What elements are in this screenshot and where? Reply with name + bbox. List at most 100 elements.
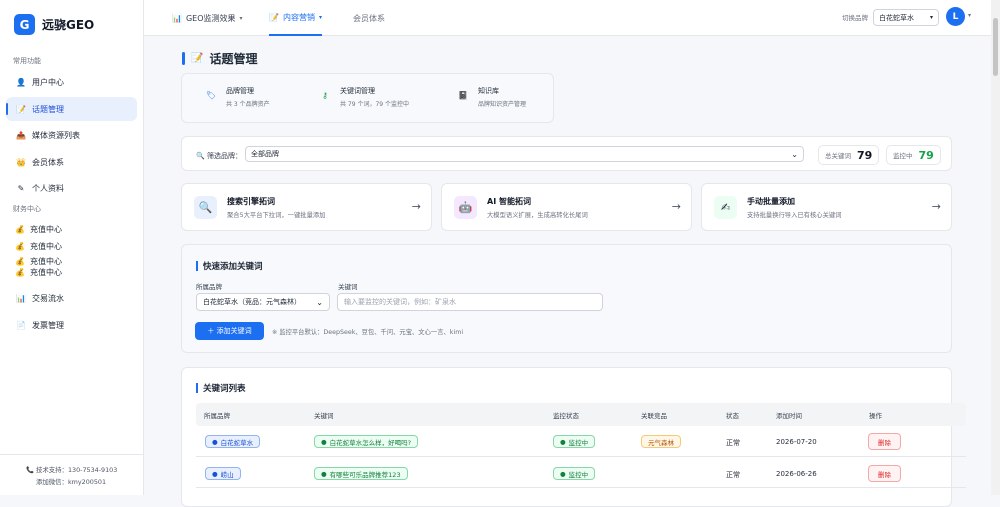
- feature-search-engine-expand[interactable]: 🔍 搜索引擎拓词 聚合5大平台下拉词，一键批量添加 →: [181, 183, 432, 231]
- column-header-actions: 操作: [869, 412, 882, 420]
- brand-switch-label: 切换品牌: [842, 14, 868, 22]
- delete-button[interactable]: 删除: [868, 433, 901, 450]
- competitor-tag: 元气森林: [641, 435, 681, 448]
- chevron-down-icon: ▾: [929, 14, 933, 21]
- brand-select[interactable]: 白花蛇草水 ▾: [873, 9, 939, 26]
- status-text: 正常: [726, 439, 740, 447]
- column-header-added-time: 添加时间: [776, 412, 802, 420]
- tab-geo-monitor[interactable]: 📊 GEO监测效果 ▾: [172, 0, 243, 36]
- brand-tag: ● 白花蛇草水: [205, 435, 261, 448]
- top-bar: 📊 GEO监测效果 ▾ 📝 内容营销 ▾ 会员体系 切换品牌 白花蛇草水 ▾ L…: [144, 0, 1000, 36]
- sidebar-item-recharge[interactable]: 💰 充值中心: [15, 256, 62, 267]
- brand-field-select[interactable]: 白花蛇草水（竞品：元气森林） ⌄: [196, 293, 330, 311]
- sidebar-item-recharge[interactable]: 💰 充值中心: [15, 267, 62, 278]
- scrollbar[interactable]: [991, 0, 1000, 495]
- sidebar-item-label: 充值中心: [29, 268, 62, 277]
- shortcut-title: 知识库: [478, 87, 499, 95]
- quick-add-title: 快速添加关键词: [196, 260, 263, 272]
- shortcut-title: 关键词管理: [340, 87, 375, 95]
- sidebar-item-label: 发票管理: [32, 320, 64, 330]
- phone-icon: 📞: [26, 466, 34, 474]
- feature-manual-batch-add[interactable]: ✍ 手动批量添加 支持批量换行导入已有核心关键词 →: [701, 183, 952, 231]
- keyword-input[interactable]: 输入要监控的关键词，例如：矿泉水: [337, 293, 603, 311]
- tab-content-marketing[interactable]: 📝 内容营销 ▾: [269, 0, 322, 36]
- monitoring-count: 79: [918, 148, 934, 162]
- sidebar-item-label: 交易流水: [32, 293, 64, 303]
- feature-sub: 支持批量换行导入已有核心关键词: [747, 212, 842, 219]
- tab-label: GEO监测效果: [185, 13, 236, 23]
- keyword-field-label: 关键词: [338, 283, 358, 291]
- feature-title: 手动批量添加: [747, 197, 795, 206]
- sidebar-item-recharge[interactable]: 💰 充值中心: [15, 241, 62, 252]
- pencil-icon: ✎: [17, 183, 25, 193]
- sidebar-item-media-resources[interactable]: 📤 媒体资源列表: [6, 123, 137, 147]
- sidebar-item-invoices[interactable]: 📄 发票管理: [6, 313, 137, 337]
- management-shortcuts: 🏷 品牌管理共 3 个品牌资产 ⚷ 关键词管理共 79 个词，79 个监控中 📓…: [181, 73, 554, 123]
- column-header-status: 状态: [726, 412, 739, 420]
- money-bag-icon: 💰: [15, 268, 25, 277]
- monitor-status-badge: ● 监控中: [553, 435, 596, 448]
- sidebar-item-label: 用户中心: [32, 77, 64, 87]
- money-bag-icon: 💰: [15, 257, 25, 266]
- shortcut-sub: 共 79 个词，79 个监控中: [340, 101, 409, 108]
- arrow-right-icon: →: [931, 200, 941, 213]
- tab-membership[interactable]: 会员体系: [353, 0, 385, 36]
- chart-icon: 📊: [172, 13, 182, 23]
- shortcut-sub: 品牌知识资产管理: [478, 101, 527, 108]
- tag-icon: 🏷: [205, 90, 217, 100]
- shortcut-knowledge-base[interactable]: 📓 知识库品牌知识资产管理: [456, 86, 526, 108]
- monitor-status-badge: ● 监控中: [553, 467, 596, 480]
- scrollbar-thumb[interactable]: [993, 18, 998, 76]
- feature-ai-expand[interactable]: 🤖 AI 智能拓词 大模型语义扩展，生成高转化长尾词 →: [441, 183, 692, 231]
- sidebar-item-label: 媒体资源列表: [32, 130, 80, 140]
- money-bag-icon: 💰: [15, 225, 25, 234]
- avatar[interactable]: L: [946, 7, 965, 26]
- search-icon: 🔍: [196, 152, 205, 160]
- sidebar: G 远骁GEO 常用功能 👤 用户中心 📝 话题管理 📤 媒体资源列表 👑 会员…: [0, 0, 144, 495]
- add-keyword-button[interactable]: ＋ 添加关键词: [195, 322, 264, 340]
- key-icon: ⚷: [322, 90, 328, 100]
- brand-field-label: 所属品牌: [196, 283, 222, 291]
- user-icon: 👤: [16, 77, 26, 87]
- app-name: 远骁GEO: [42, 18, 95, 32]
- sidebar-item-user-center[interactable]: 👤 用户中心: [6, 70, 137, 94]
- chevron-down-icon: ⌄: [791, 149, 798, 159]
- filter-label: 🔍 筛选品牌：: [196, 152, 242, 160]
- crown-icon: 👑: [16, 157, 26, 167]
- chevron-down-icon[interactable]: ▾: [968, 12, 971, 19]
- keyword-list-title: 关键词列表: [196, 382, 246, 394]
- document-icon: 📄: [16, 320, 26, 330]
- chevron-down-icon: ▾: [239, 14, 243, 22]
- sidebar-item-topic-management[interactable]: 📝 话题管理: [6, 97, 137, 121]
- logo-icon: G: [14, 14, 35, 35]
- app-logo[interactable]: G 远骁GEO: [14, 14, 94, 35]
- column-header-brand: 所属品牌: [204, 412, 230, 420]
- column-header-competitor: 关联竞品: [641, 412, 667, 420]
- filter-bar: 🔍 筛选品牌： 全部品牌 ⌄ 总关键词 79 监控中 79: [181, 136, 952, 171]
- book-icon: 📓: [458, 90, 468, 100]
- magnifier-icon: 🔍: [194, 196, 217, 219]
- title-accent-bar: [182, 52, 185, 65]
- shortcut-keyword-management[interactable]: ⚷ 关键词管理共 79 个词，79 个监控中: [318, 86, 409, 108]
- support-phone: 📞 技术支持：130-7534-9103: [26, 466, 118, 474]
- tab-label: 内容营销: [282, 12, 315, 22]
- table-header: [196, 403, 966, 426]
- sidebar-item-profile[interactable]: ✎ 个人资料: [6, 176, 137, 200]
- brand-field-value: 白花蛇草水（竞品：元气森林）: [203, 298, 301, 306]
- memo-icon: 📝: [16, 104, 26, 114]
- monitoring-stat: 监控中 79: [886, 145, 941, 165]
- sidebar-item-recharge[interactable]: 💰 充值中心: [15, 224, 62, 235]
- brand-filter-select[interactable]: 全部品牌 ⌄: [245, 146, 804, 162]
- page-title: 📝 话题管理: [182, 50, 257, 67]
- sidebar-item-membership[interactable]: 👑 会员体系: [6, 150, 137, 174]
- sidebar-item-label: 充值中心: [29, 225, 62, 234]
- memo-icon: 📝: [269, 12, 279, 22]
- sidebar-item-transactions[interactable]: 📊 交易流水: [6, 286, 137, 310]
- shortcut-sub: 共 3 个品牌资产: [226, 101, 270, 108]
- delete-button[interactable]: 删除: [868, 465, 901, 482]
- tab-label: 会员体系: [353, 13, 385, 23]
- keyword-tag: ● 白花蛇草水怎么样，好喝吗?: [314, 435, 419, 448]
- shortcut-title: 品牌管理: [226, 87, 254, 95]
- shortcut-brand-management[interactable]: 🏷 品牌管理共 3 个品牌资产: [204, 86, 270, 108]
- sidebar-item-label: 充值中心: [29, 257, 62, 266]
